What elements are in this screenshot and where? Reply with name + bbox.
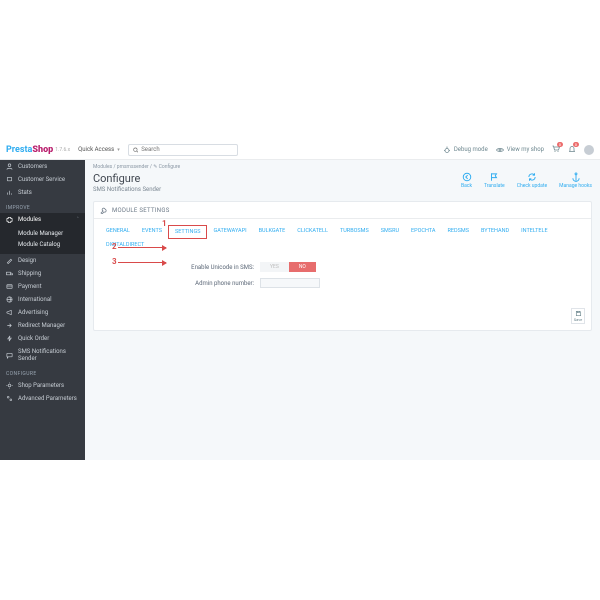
check-update-button[interactable]: Check update xyxy=(517,172,547,189)
sidebar-item-shop-parameters[interactable]: Shop Parameters xyxy=(0,379,85,392)
label-enable-unicode: Enable Unicode in SMS: xyxy=(184,264,254,271)
annotation-3: 3 xyxy=(112,257,117,266)
tab-epochta[interactable]: EPOCHTA xyxy=(405,225,441,239)
tabs: GENERAL EVENTS SETTINGS GATEWAYAPI BULKG… xyxy=(94,219,591,251)
wrench-icon xyxy=(100,206,108,214)
quick-access-menu[interactable]: Quick Access xyxy=(78,146,120,153)
tab-inteltele[interactable]: INTELTELE xyxy=(515,225,553,239)
sidebar-head-configure: CONFIGURE xyxy=(0,365,85,379)
search-icon xyxy=(133,147,138,153)
annotation-1: 1 xyxy=(162,219,167,228)
sidebar-item-modules[interactable]: Modulesˆ xyxy=(0,213,85,226)
toggle-enable-unicode[interactable]: YES NO xyxy=(260,262,316,272)
back-icon xyxy=(462,172,472,182)
avatar[interactable] xyxy=(584,145,594,155)
toggle-no[interactable]: NO xyxy=(289,262,316,272)
annotation-arrow-2 xyxy=(118,247,166,248)
tab-bytehand[interactable]: BYTEHAND xyxy=(475,225,515,239)
sidebar-item-design[interactable]: Design xyxy=(0,254,85,267)
version: 1.7.6.x xyxy=(55,147,70,153)
page-subtitle: SMS Notifications Sender xyxy=(93,186,161,193)
eye-icon xyxy=(496,146,504,154)
label-admin-phone: Admin phone number: xyxy=(184,280,254,287)
breadcrumb: Modules / pmsmssender / ✎ Configure xyxy=(93,160,592,172)
sidebar-item-stats[interactable]: Stats xyxy=(0,186,85,199)
anchor-icon xyxy=(571,172,581,182)
cart-button[interactable]: 0 xyxy=(552,145,560,155)
view-shop-button[interactable]: View my shop xyxy=(496,146,544,154)
refresh-icon xyxy=(527,172,537,182)
flag-icon xyxy=(489,172,499,182)
tab-settings[interactable]: SETTINGS xyxy=(168,225,207,239)
sidebar-item-advertising[interactable]: Advertising xyxy=(0,306,85,319)
tab-general[interactable]: GENERAL xyxy=(100,225,136,239)
sidebar-item-quick-order[interactable]: Quick Order xyxy=(0,332,85,345)
logo: PrestaShop xyxy=(6,145,53,155)
sidebar-sub-module-manager[interactable]: Module Manager xyxy=(18,228,85,239)
cart-badge: 0 xyxy=(557,142,563,147)
sidebar-head-improve: IMPROVE xyxy=(0,199,85,213)
panel-title: MODULE SETTINGS xyxy=(112,207,170,214)
sidebar-item-sms[interactable]: SMS Notifications Sender xyxy=(0,345,85,365)
annotation-arrow-3 xyxy=(118,262,166,263)
back-button[interactable]: Back xyxy=(461,172,472,189)
annotation-2: 2 xyxy=(112,242,117,251)
sidebar-item-redirect[interactable]: Redirect Manager xyxy=(0,319,85,332)
save-icon xyxy=(575,310,582,317)
tab-redsms[interactable]: REDSMS xyxy=(442,225,475,239)
search-input[interactable] xyxy=(141,146,233,153)
page-title: Configure xyxy=(93,172,161,185)
sidebar-item-customer-service[interactable]: Customer Service xyxy=(0,173,85,186)
sidebar-item-shipping[interactable]: Shipping xyxy=(0,267,85,280)
save-button[interactable]: Save xyxy=(571,308,585,324)
sidebar: Customers Customer Service Stats IMPROVE… xyxy=(0,160,85,460)
sidebar-item-customers[interactable]: Customers xyxy=(0,160,85,173)
tab-clickatell[interactable]: CLICKATELL xyxy=(291,225,334,239)
sidebar-sub-module-catalog[interactable]: Module Catalog xyxy=(18,239,85,250)
toggle-yes[interactable]: YES xyxy=(260,262,289,272)
bug-icon xyxy=(443,146,451,154)
module-settings-panel: MODULE SETTINGS GENERAL EVENTS SETTINGS … xyxy=(93,201,592,331)
tab-smsru[interactable]: SMSRU xyxy=(375,225,405,239)
tab-bulkgate[interactable]: BULKGATE xyxy=(253,225,292,239)
manage-hooks-button[interactable]: Manage hooks xyxy=(559,172,592,189)
sidebar-item-advanced-parameters[interactable]: Advanced Parameters xyxy=(0,392,85,405)
tab-turbosms[interactable]: TURBOSMS xyxy=(334,225,375,239)
sidebar-item-international[interactable]: International xyxy=(0,293,85,306)
debug-mode-button[interactable]: Debug mode xyxy=(443,146,488,154)
tab-digitaldirect[interactable]: DIGITALDIRECT xyxy=(100,239,150,251)
chevron-up-icon: ˆ xyxy=(77,217,79,223)
sidebar-item-payment[interactable]: Payment xyxy=(0,280,85,293)
notifications-button[interactable]: 0 xyxy=(568,145,576,155)
translate-button[interactable]: Translate xyxy=(484,172,505,189)
tab-gatewayapi[interactable]: GATEWAYAPI xyxy=(207,225,252,239)
bell-badge: 0 xyxy=(573,142,579,147)
admin-phone-input[interactable] xyxy=(260,278,320,288)
search-box[interactable] xyxy=(128,144,238,156)
